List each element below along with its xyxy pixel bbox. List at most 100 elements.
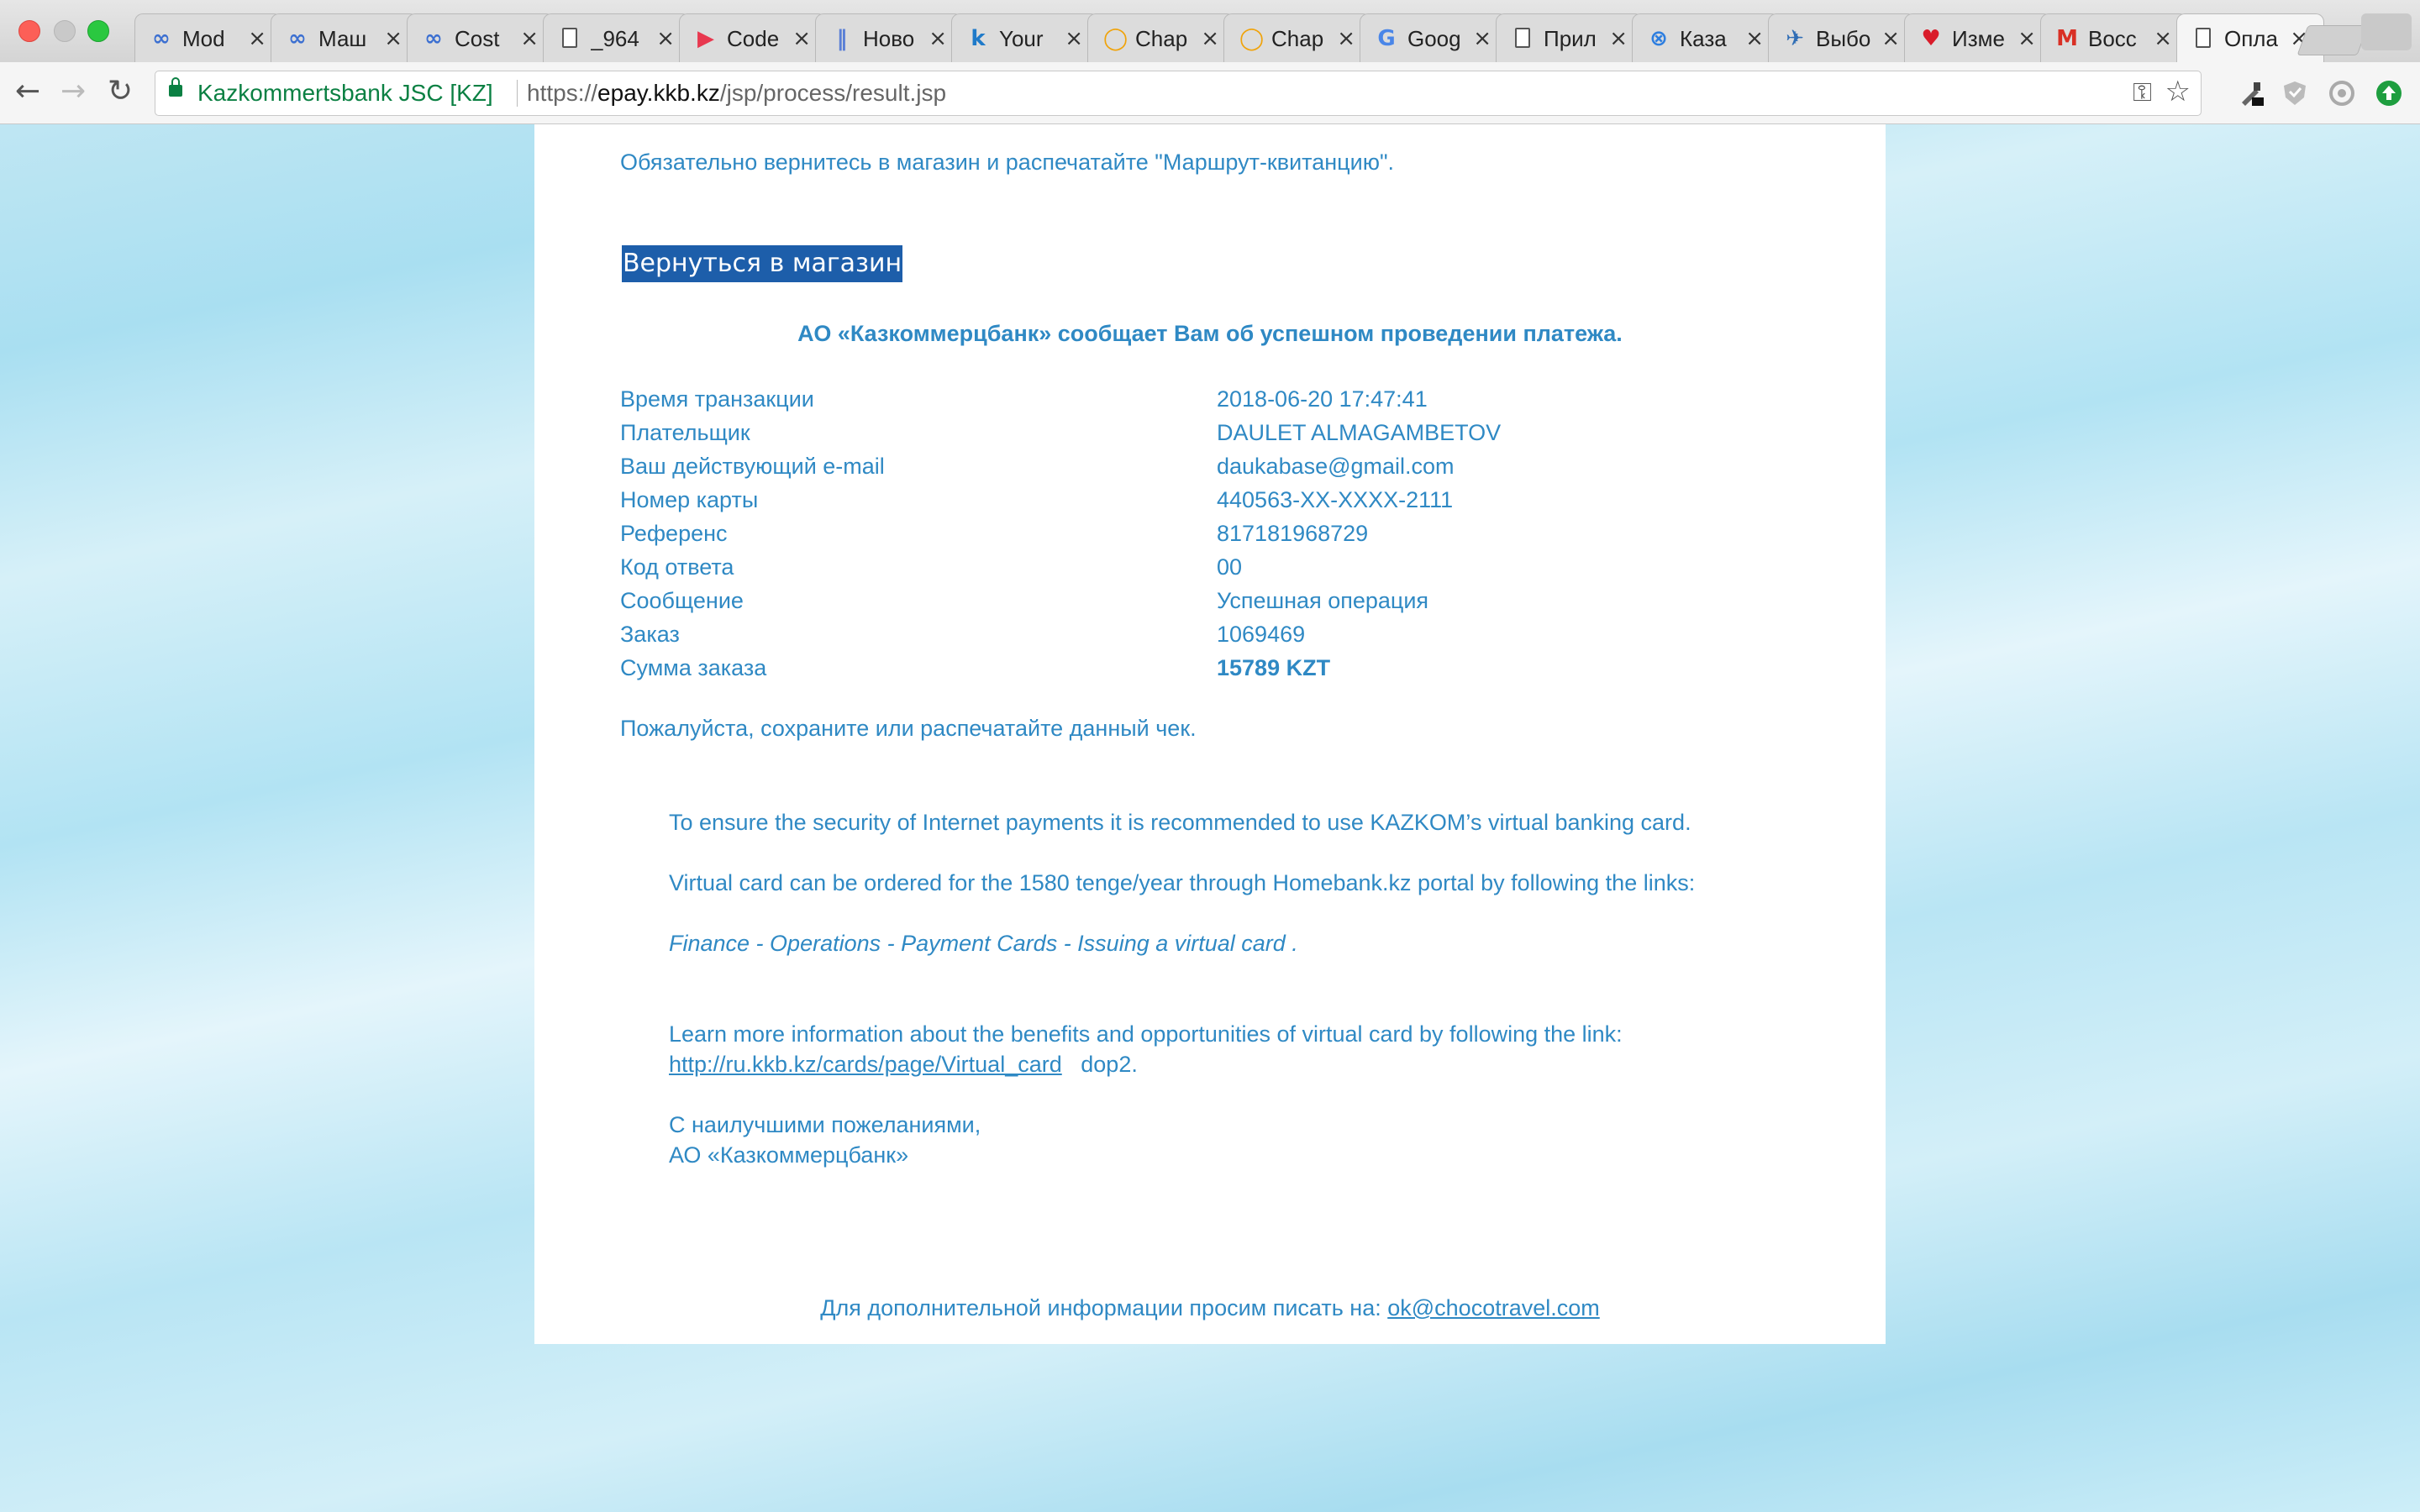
tab-title: Каза [1680,26,1727,51]
detail-value: Успешная операция [1217,588,1429,613]
tab-close-icon[interactable]: × [1337,26,1355,51]
payment-receipt: Обязательно вернитесь в магазин и распеч… [534,124,1886,1344]
detail-value: 817181968729 [1217,521,1369,546]
top-notice: Обязательно вернитесь в магазин и распеч… [620,150,1395,175]
profile-button[interactable] [2361,13,2412,50]
close-window-button[interactable] [18,20,40,42]
url-scheme: https:// [527,80,598,106]
pause-icon: ‖ [836,26,848,51]
eyedropper-extension-icon[interactable] [2237,79,2265,108]
tab-close-icon[interactable]: × [1473,26,1491,51]
forward-arrow-icon[interactable]: → [60,74,86,108]
detail-value: 00 [1217,554,1243,580]
browser-tab[interactable]: ‖ Ново × [815,13,963,62]
return-to-shop-button[interactable]: Вернуться в магазин [622,245,902,282]
detail-value: DAULET ALMAGAMBETOV [1217,420,1502,445]
browser-tab[interactable]: ◯ Chap × [1087,13,1235,62]
page-icon [562,28,577,48]
tab-close-icon[interactable]: × [2018,26,2036,51]
update-extension-icon[interactable] [2375,79,2403,108]
tab-title: Опла [2224,26,2278,51]
browser-tab[interactable]: ✈ Выбо × [1768,13,1916,62]
browser-tab[interactable]: ∞ Mod × [134,13,282,62]
detail-label: Номер карты [620,487,759,512]
translate-icon: G [1377,26,1396,51]
minimize-window-button[interactable] [54,20,76,42]
detail-label: Сумма заказа [620,655,767,680]
tab-close-icon[interactable]: × [1065,26,1083,51]
browser-tab[interactable]: M Восс × [2040,13,2188,62]
url-text[interactable]: https://epay.kkb.kz/jsp/process/result.j… [527,80,946,107]
detail-label: Референс [620,521,728,546]
browser-tab[interactable]: ∞ Маш × [271,13,418,62]
detail-value: 1069469 [1217,622,1306,647]
homebank-path: Finance - Operations - Payment Cards - I… [669,931,1298,956]
security-text: To ensure the security of Internet payme… [669,810,1691,835]
link-suffix: dop2. [1081,1052,1138,1077]
tab-close-icon[interactable]: × [1881,26,1900,51]
tab-close-icon[interactable]: × [656,26,675,51]
omnibox-separator [517,80,518,107]
ring-icon: ◯ [1239,26,1265,51]
footer-text: Для дополнительной информации просим пис… [820,1295,1388,1320]
browser-toolbar: ← → ↻ Kazkommertsbank JSC [KZ] https://e… [0,62,2420,124]
detail-label: Плательщик [620,420,750,445]
footer-contact: Для дополнительной информации просим пис… [534,1295,1886,1321]
detail-label: Код ответа [620,554,734,580]
tab-title: Code [727,26,780,51]
virtual-card-text: Virtual card can be ordered for the 1580… [669,870,1696,895]
tab-title: Изме [1952,26,2005,51]
circle-extension-icon[interactable] [2328,79,2356,108]
regards-signature: АО «Казкоммерцбанк» [669,1142,909,1168]
contact-email-link[interactable]: ok@chocotravel.com [1387,1295,1600,1320]
detail-value: 440563-XX-XXXX-2111 [1217,487,1454,512]
detail-value: 15789 KZT [1217,655,1331,680]
browser-tab[interactable]: Прил × [1496,13,1644,62]
tab-title: Chap [1271,26,1324,51]
tab-close-icon[interactable]: × [1201,26,1219,51]
tab-close-icon[interactable]: × [2154,26,2172,51]
reload-icon[interactable]: ↻ [108,74,133,108]
k-icon: k [971,26,986,51]
shield-extension-icon[interactable] [2281,79,2309,108]
detail-label: Ваш действующий e-mail [620,454,885,479]
tab-close-icon[interactable]: × [929,26,947,51]
virtual-card-link[interactable]: http://ru.kkb.kz/cards/page/Virtual_card [669,1052,1062,1077]
tab-close-icon[interactable]: × [1609,26,1628,51]
browser-tab[interactable]: ◯ Chap × [1223,13,1371,62]
back-arrow-icon[interactable]: ← [15,74,40,108]
tab-title: Прил [1544,26,1597,51]
success-message: АО «Казкоммерцбанк» сообщает Вам об успе… [797,321,1623,346]
detail-value: 2018-06-20 17:47:41 [1217,386,1428,412]
address-bar[interactable]: Kazkommertsbank JSC [KZ] https://epay.kk… [155,71,2202,116]
key-icon[interactable]: ⚿ [2133,78,2152,108]
browser-tab[interactable]: _964 × [543,13,691,62]
tab-title: Cost [455,26,500,51]
tab-close-icon[interactable]: × [384,26,402,51]
detail-label: Заказ [620,622,680,647]
page-icon [1515,28,1530,48]
tab-close-icon[interactable]: × [1745,26,1764,51]
detail-value: daukabase@gmail.com [1217,454,1455,479]
tab-close-icon[interactable]: × [248,26,266,51]
detail-label: Время транзакции [620,386,814,412]
browser-tab[interactable]: G Goog × [1360,13,1507,62]
learn-more-line: http://ru.kkb.kz/cards/page/Virtual_card… [669,1052,1138,1078]
browser-tab[interactable]: ∞ Cost × [407,13,555,62]
detail-label: Сообщение [620,588,744,613]
tab-title: _964 [591,26,639,51]
bookmark-star-icon[interactable]: ☆ [2165,75,2191,108]
page-viewport: Обязательно вернитесь в магазин и распеч… [0,124,2420,1512]
browser-tab[interactable]: ♥ Изме × [1904,13,2052,62]
tab-close-icon[interactable]: × [520,26,539,51]
heart-icon: ♥ [1921,26,1941,51]
tab-title: Chap [1135,26,1188,51]
tab-title: Маш [318,26,367,51]
tab-title: Goog [1407,26,1461,51]
browser-tab[interactable]: ▶ Code × [679,13,827,62]
new-tab-button[interactable] [2296,25,2369,55]
tab-close-icon[interactable]: × [792,26,811,51]
browser-tab[interactable]: k Your × [951,13,1099,62]
zoom-window-button[interactable] [87,20,109,42]
browser-tab[interactable]: ⊗ Каза × [1632,13,1780,62]
